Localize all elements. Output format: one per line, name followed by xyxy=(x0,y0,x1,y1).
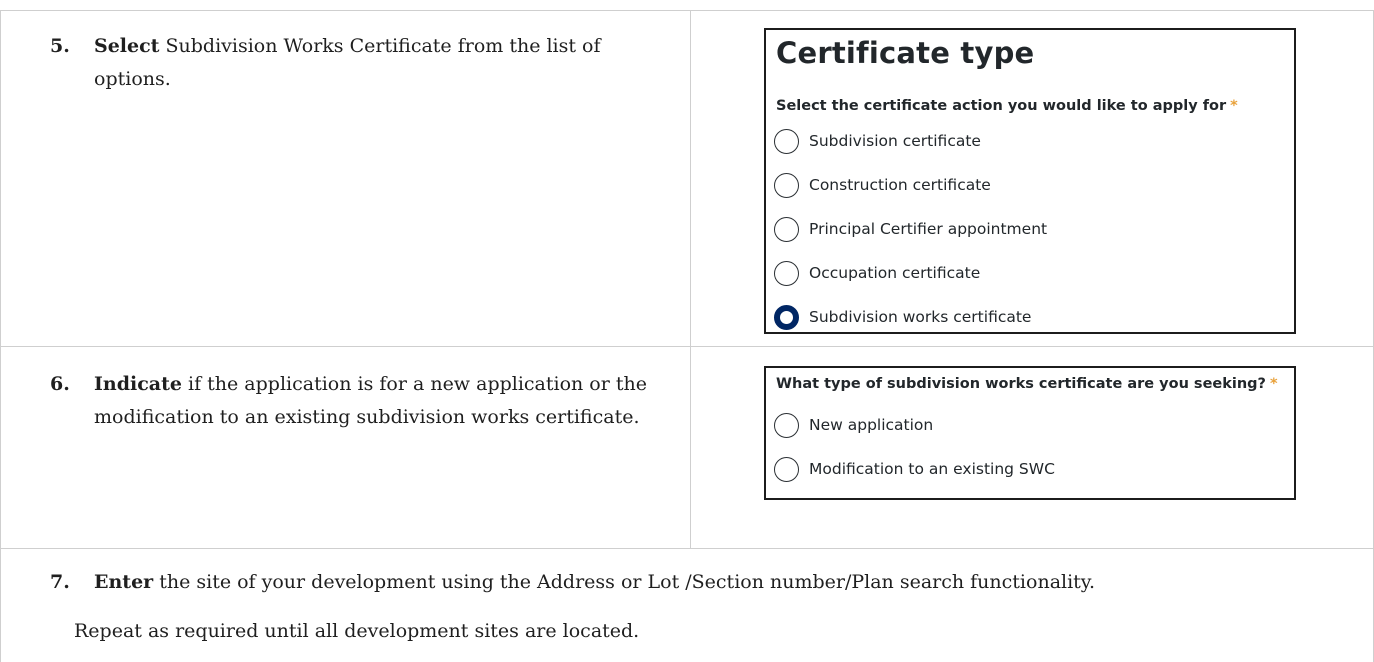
certificate-question-label: Select the certificate action you would … xyxy=(776,98,1238,114)
swc-question-label: What type of subdivision works certifica… xyxy=(776,376,1278,392)
question-text: Select the certificate action you would … xyxy=(776,98,1227,114)
option-label: Subdivision works certificate xyxy=(809,308,1032,326)
step-keyword: Enter xyxy=(94,571,154,593)
step-number: 7. xyxy=(50,571,70,593)
required-star: * xyxy=(1269,376,1278,392)
radio-button[interactable] xyxy=(774,260,799,286)
radio-button[interactable] xyxy=(774,128,799,154)
radio-option-new-application[interactable]: New application xyxy=(774,410,933,440)
radio-button[interactable] xyxy=(774,172,799,198)
panel-title: Certificate type xyxy=(776,36,1035,70)
table-border-left xyxy=(0,10,1,662)
step-text: Enter the site of your development using… xyxy=(50,566,1360,599)
required-star: * xyxy=(1230,98,1238,114)
step-number: 6. xyxy=(50,373,70,395)
table-row-divider xyxy=(0,346,1374,347)
certificate-type-panel: Certificate type Select the certificate … xyxy=(764,28,1296,334)
step-rest: the site of your development using the A… xyxy=(153,571,1096,593)
radio-button[interactable] xyxy=(774,412,799,438)
step-5: 5. Select Subdivision Works Certificate … xyxy=(50,30,680,96)
question-text: What type of subdivision works certifica… xyxy=(776,376,1266,392)
table-column-divider xyxy=(690,10,691,548)
radio-option-subdivision-works-certificate[interactable]: Subdivision works certificate xyxy=(774,302,1031,332)
radio-button[interactable] xyxy=(774,216,799,242)
radio-button-selected[interactable] xyxy=(774,304,799,330)
radio-button[interactable] xyxy=(774,456,799,482)
radio-option-construction-certificate[interactable]: Construction certificate xyxy=(774,170,991,200)
step-keyword: Select xyxy=(94,35,160,57)
radio-option-occupation-certificate[interactable]: Occupation certificate xyxy=(774,258,980,288)
option-label: Principal Certifier appointment xyxy=(809,220,1048,238)
step-rest: Subdivision Works Certificate from the l… xyxy=(94,35,601,90)
step-keyword: Indicate xyxy=(94,373,182,395)
option-label: New application xyxy=(809,416,934,434)
table-row-divider xyxy=(0,548,1374,549)
table-border-top xyxy=(0,10,1374,11)
option-label: Modification to an existing SWC xyxy=(809,460,1055,478)
step-6: 6. Indicate if the application is for a … xyxy=(50,368,680,434)
radio-option-subdivision-certificate[interactable]: Subdivision certificate xyxy=(774,126,981,156)
step-text: Indicate if the application is for a new… xyxy=(50,368,680,434)
option-label: Occupation certificate xyxy=(809,264,981,282)
swc-type-panel: What type of subdivision works certifica… xyxy=(764,366,1296,500)
step-7: 7. Enter the site of your development us… xyxy=(50,566,1360,599)
radio-option-modification-existing-swc[interactable]: Modification to an existing SWC xyxy=(774,454,1055,484)
step-text: Select Subdivision Works Certificate fro… xyxy=(50,30,680,96)
option-label: Construction certificate xyxy=(809,176,991,194)
option-label: Subdivision certificate xyxy=(809,132,981,150)
step-7-note: Repeat as required until all development… xyxy=(74,620,640,642)
radio-option-principal-certifier-appointment[interactable]: Principal Certifier appointment xyxy=(774,214,1047,244)
step-number: 5. xyxy=(50,35,70,57)
